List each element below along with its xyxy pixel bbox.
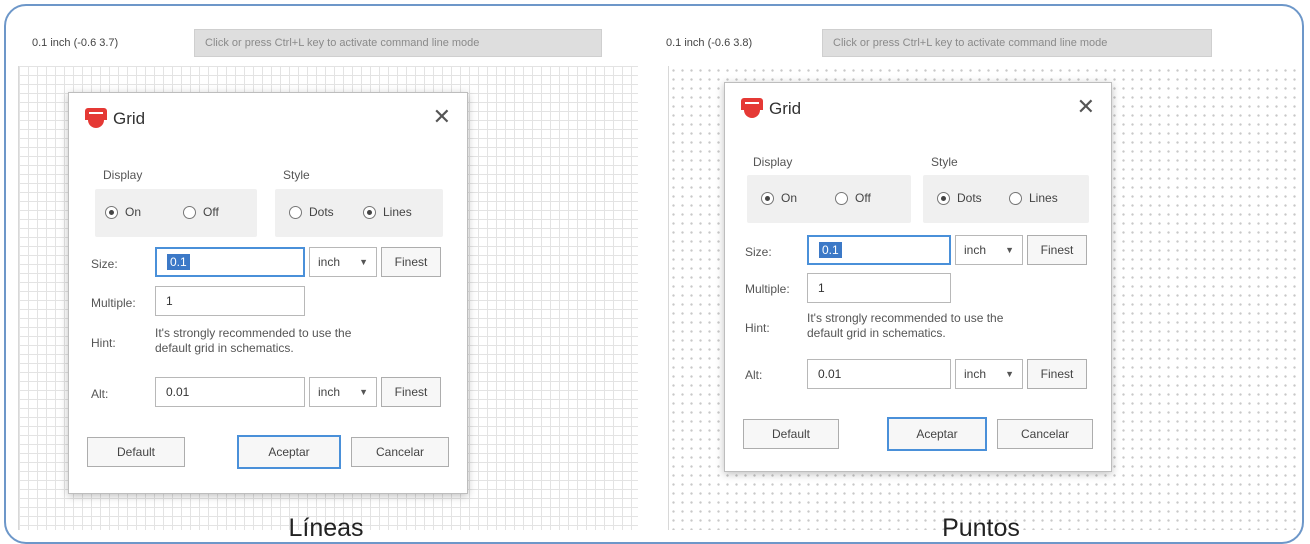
command-line-input[interactable]: Click or press Ctrl+L key to activate co… (822, 29, 1212, 57)
display-off-radio[interactable]: Off (183, 205, 219, 219)
alt-label: Alt: (91, 387, 109, 401)
dialog-title: Grid (769, 99, 802, 118)
alt-finest-button[interactable]: Finest (381, 377, 441, 407)
dropdown-arrow-icon: ▼ (1005, 369, 1014, 379)
dropdown-arrow-icon: ▼ (359, 257, 368, 267)
size-unit-select[interactable]: inch ▼ (309, 247, 377, 277)
radio-label: On (125, 205, 142, 219)
radio-label: On (781, 191, 798, 205)
alt-input[interactable]: 0.01 (155, 377, 305, 407)
accept-button[interactable]: Aceptar (237, 435, 341, 469)
dialog-title: Grid (113, 109, 146, 128)
hint-line-2: default grid in schematics. (155, 341, 294, 355)
radio-unchecked-icon (289, 205, 302, 219)
grid-dialog: Grid ✕ Display On Off Style Dots Lines S… (68, 92, 468, 494)
hint-line-1: It's strongly recommended to use the (155, 326, 352, 340)
multiple-input[interactable]: 1 (155, 286, 305, 316)
dropdown-arrow-icon: ▼ (359, 387, 368, 397)
radio-unchecked-icon (835, 191, 848, 205)
caption-dots: Puntos (942, 514, 1020, 542)
cancel-button[interactable]: Cancelar (997, 419, 1093, 449)
size-finest-button[interactable]: Finest (381, 247, 441, 277)
dropdown-arrow-icon: ▼ (1005, 245, 1014, 255)
alt-input[interactable]: 0.01 (807, 359, 951, 389)
alt-unit-value: inch (318, 385, 341, 399)
radio-checked-icon (105, 205, 118, 219)
hint-label: Hint: (91, 336, 116, 350)
alt-label: Alt: (745, 368, 763, 382)
display-group-label: Display (103, 168, 143, 182)
radio-label: Lines (383, 205, 412, 219)
radio-label: Lines (1029, 191, 1058, 205)
default-button[interactable]: Default (743, 419, 839, 449)
size-input[interactable]: 0.1 (155, 247, 305, 277)
multiple-input[interactable]: 1 (807, 273, 951, 303)
radio-label: Off (855, 191, 871, 205)
radio-unchecked-icon (183, 205, 196, 219)
size-finest-button[interactable]: Finest (1027, 235, 1087, 265)
hint-text: It's strongly recommended to use the def… (807, 311, 1003, 341)
size-unit-value: inch (318, 255, 341, 269)
size-input[interactable]: 0.1 (807, 235, 951, 265)
display-on-radio[interactable]: On (105, 205, 141, 219)
cursor-coordinates: 0.1 inch (-0.6 3.8) (666, 37, 753, 49)
comparison-frame: 0.1 inch (-0.6 3.7) Click or press Ctrl+… (4, 4, 1304, 544)
hint-text: It's strongly recommended to use the def… (155, 326, 351, 356)
size-unit-select[interactable]: inch ▼ (955, 235, 1023, 265)
style-group-label: Style (283, 168, 310, 182)
display-group-label: Display (753, 155, 793, 169)
close-icon[interactable]: ✕ (1077, 95, 1095, 119)
size-value: 0.1 (819, 242, 842, 258)
display-group: On Off (747, 175, 911, 223)
size-label: Size: (745, 245, 772, 259)
radio-checked-icon (363, 205, 376, 219)
hint-line-2: default grid in schematics. (807, 326, 946, 340)
size-value: 0.1 (167, 254, 190, 270)
hint-line-1: It's strongly recommended to use the (807, 311, 1004, 325)
radio-label: Dots (957, 191, 982, 205)
radio-checked-icon (937, 191, 950, 205)
alt-finest-button[interactable]: Finest (1027, 359, 1087, 389)
style-dots-radio[interactable]: Dots (289, 205, 334, 219)
multiple-label: Multiple: (91, 296, 136, 310)
style-group: Dots Lines (923, 175, 1089, 223)
panel-lines: 0.1 inch (-0.6 3.7) Click or press Ctrl+… (6, 6, 646, 542)
alt-unit-value: inch (964, 367, 987, 381)
display-on-radio[interactable]: On (761, 191, 797, 205)
command-line-input[interactable]: Click or press Ctrl+L key to activate co… (194, 29, 602, 57)
radio-checked-icon (761, 191, 774, 205)
cursor-coordinates: 0.1 inch (-0.6 3.7) (32, 37, 119, 49)
dialog-titlebar: Grid ✕ (69, 93, 467, 145)
hint-label: Hint: (745, 321, 770, 335)
display-off-radio[interactable]: Off (835, 191, 871, 205)
easyeda-app-icon (741, 98, 763, 120)
caption-lines: Líneas (288, 514, 364, 542)
status-bar: 0.1 inch (-0.6 3.7) Click or press Ctrl+… (14, 26, 638, 60)
accept-button[interactable]: Aceptar (887, 417, 987, 451)
panel-dots: 0.1 inch (-0.6 3.8) Click or press Ctrl+… (656, 6, 1302, 542)
style-lines-radio[interactable]: Lines (363, 205, 412, 219)
radio-label: Off (203, 205, 219, 219)
cancel-button[interactable]: Cancelar (351, 437, 449, 467)
radio-label: Dots (309, 205, 334, 219)
default-button[interactable]: Default (87, 437, 185, 467)
grid-dialog: Grid ✕ Display On Off Style Dots Lines S… (724, 82, 1112, 472)
close-icon[interactable]: ✕ (433, 105, 451, 129)
easyeda-app-icon (85, 108, 107, 130)
multiple-label: Multiple: (745, 282, 790, 296)
alt-unit-select[interactable]: inch ▼ (955, 359, 1023, 389)
style-group: Dots Lines (275, 189, 443, 237)
size-label: Size: (91, 257, 118, 271)
radio-unchecked-icon (1009, 191, 1022, 205)
style-dots-radio[interactable]: Dots (937, 191, 982, 205)
status-bar: 0.1 inch (-0.6 3.8) Click or press Ctrl+… (664, 26, 1298, 60)
style-group-label: Style (931, 155, 958, 169)
display-group: On Off (95, 189, 257, 237)
alt-unit-select[interactable]: inch ▼ (309, 377, 377, 407)
style-lines-radio[interactable]: Lines (1009, 191, 1058, 205)
size-unit-value: inch (964, 243, 987, 257)
dialog-titlebar: Grid ✕ (725, 83, 1111, 135)
